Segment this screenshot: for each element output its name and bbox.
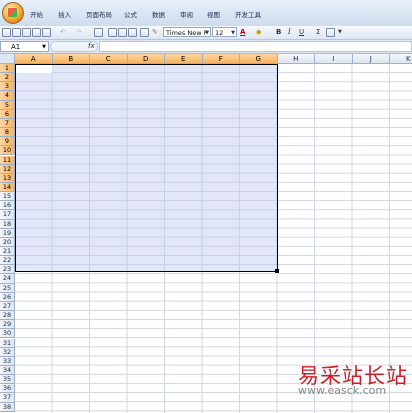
row-header-29[interactable]: 29 xyxy=(0,320,15,330)
column-header-f[interactable]: F xyxy=(202,54,240,64)
font-size-value: 12 xyxy=(215,29,224,37)
row-header-27[interactable]: 27 xyxy=(0,301,15,312)
row-header-24[interactable]: 24 xyxy=(0,274,15,284)
row-header-2[interactable]: 2 xyxy=(0,73,15,83)
column-header-k[interactable]: K xyxy=(390,54,412,64)
autosum-button[interactable]: Σ xyxy=(316,28,320,37)
row-header-32[interactable]: 32 xyxy=(0,347,15,357)
column-header-b[interactable]: B xyxy=(52,54,90,64)
row-header-36[interactable]: 36 xyxy=(0,384,15,394)
row-header-16[interactable]: 16 xyxy=(0,201,15,211)
column-header-a[interactable]: A xyxy=(15,54,53,64)
align-left-icon[interactable] xyxy=(108,28,117,37)
row-header-19[interactable]: 19 xyxy=(0,228,15,238)
preview-icon[interactable] xyxy=(42,28,51,37)
row-header-6[interactable]: 6 xyxy=(0,109,15,119)
customize-toolbar-icon[interactable]: ▼ xyxy=(338,28,342,37)
fill-color-icon[interactable]: ◆ xyxy=(256,28,261,37)
tab-developer[interactable]: 开发工具 xyxy=(235,10,261,20)
row-header-21[interactable]: 21 xyxy=(0,247,15,257)
column-header-h[interactable]: H xyxy=(277,54,315,64)
undo-icon[interactable]: ↶ xyxy=(60,28,66,37)
row-header-10[interactable]: 10 xyxy=(0,146,15,156)
column-header-c[interactable]: C xyxy=(90,54,128,64)
column-header-j[interactable]: J xyxy=(352,54,390,64)
fill-handle[interactable] xyxy=(275,269,279,273)
chevron-down-icon: ▼ xyxy=(42,44,46,50)
row-header-22[interactable]: 22 xyxy=(0,256,15,266)
italic-button[interactable]: I xyxy=(288,28,291,37)
row-header-17[interactable]: 17 xyxy=(0,210,15,220)
row-header-26[interactable]: 26 xyxy=(0,292,15,302)
row-header-9[interactable]: 9 xyxy=(0,137,15,147)
name-box-value: A1 xyxy=(11,43,21,51)
bold-button[interactable]: B xyxy=(276,28,281,37)
row-header-1[interactable]: 1 xyxy=(0,64,15,74)
active-cell[interactable] xyxy=(16,65,52,73)
chevron-down-icon: ▼ xyxy=(205,30,209,36)
row-header-11[interactable]: 11 xyxy=(0,155,15,165)
row-header-15[interactable]: 15 xyxy=(0,192,15,202)
formula-bar: A1 ▼ fx xyxy=(0,40,412,54)
insert-function-button[interactable]: fx xyxy=(88,41,95,52)
row-header-31[interactable]: 31 xyxy=(0,338,15,348)
selected-range[interactable] xyxy=(15,64,278,272)
watermark-url: www.easck.com xyxy=(298,384,387,397)
row-header-3[interactable]: 3 xyxy=(0,82,15,92)
row-header-37[interactable]: 37 xyxy=(0,393,15,403)
row-header-33[interactable]: 33 xyxy=(0,356,15,366)
column-header-g[interactable]: G xyxy=(240,54,278,64)
row-header-18[interactable]: 18 xyxy=(0,219,15,229)
row-header-28[interactable]: 28 xyxy=(0,311,15,321)
row-header-35[interactable]: 35 xyxy=(0,375,15,385)
font-name-value: Times New F xyxy=(166,29,208,37)
tab-home[interactable]: 开始 xyxy=(30,10,43,20)
row-header-5[interactable]: 5 xyxy=(0,100,15,110)
tab-view[interactable]: 视图 xyxy=(207,10,220,20)
font-size-combo[interactable]: 12 ▼ xyxy=(212,27,237,37)
column-header-i[interactable]: I xyxy=(315,54,353,64)
format-painter-icon[interactable]: ✎ xyxy=(152,28,158,37)
row-header-12[interactable]: 12 xyxy=(0,164,15,174)
select-all-corner[interactable] xyxy=(0,54,15,64)
font-name-combo[interactable]: Times New F ▼ xyxy=(163,27,211,37)
tab-data[interactable]: 数据 xyxy=(152,10,165,20)
borders-icon[interactable] xyxy=(94,28,103,37)
open-icon[interactable] xyxy=(12,28,21,37)
align-center-icon[interactable] xyxy=(118,28,127,37)
redo-icon[interactable]: ↷ xyxy=(76,28,82,37)
row-header-30[interactable]: 30 xyxy=(0,329,15,339)
tab-insert[interactable]: 插入 xyxy=(58,10,71,20)
row-header-25[interactable]: 25 xyxy=(0,283,15,293)
tab-page-layout[interactable]: 页面布局 xyxy=(86,10,112,20)
row-header-14[interactable]: 14 xyxy=(0,182,15,193)
formatting-toolbar: ↶ ↷ ✎ Times New F ▼ 12 ▼ A ◆ B I U Σ ▼ xyxy=(0,26,412,40)
column-header-e[interactable]: E xyxy=(165,54,203,64)
name-box[interactable]: A1 ▼ xyxy=(0,41,49,52)
font-color-button[interactable]: A xyxy=(240,28,245,37)
row-header-7[interactable]: 7 xyxy=(0,118,15,129)
print-icon[interactable] xyxy=(32,28,41,37)
office-button[interactable] xyxy=(2,2,24,24)
row-header-20[interactable]: 20 xyxy=(0,237,15,247)
row-header-38[interactable]: 38 xyxy=(0,402,15,412)
save-icon[interactable] xyxy=(22,28,31,37)
align-right-icon[interactable] xyxy=(128,28,137,37)
row-header-13[interactable]: 13 xyxy=(0,173,15,183)
merge-icon[interactable] xyxy=(140,28,149,37)
insert-chart-icon[interactable] xyxy=(326,28,335,37)
column-header-d[interactable]: D xyxy=(127,54,165,64)
formula-input[interactable] xyxy=(99,41,412,52)
chevron-down-icon: ▼ xyxy=(231,30,235,36)
ribbon: 开始 插入 页面布局 公式 数据 审阅 视图 开发工具 xyxy=(0,0,412,27)
tab-formulas[interactable]: 公式 xyxy=(124,10,137,20)
row-header-8[interactable]: 8 xyxy=(0,128,15,138)
row-header-4[interactable]: 4 xyxy=(0,91,15,101)
new-icon[interactable] xyxy=(2,28,11,37)
row-header-23[interactable]: 23 xyxy=(0,265,15,275)
row-header-34[interactable]: 34 xyxy=(0,365,15,376)
underline-button[interactable]: U xyxy=(299,28,304,37)
tab-review[interactable]: 审阅 xyxy=(180,10,193,20)
